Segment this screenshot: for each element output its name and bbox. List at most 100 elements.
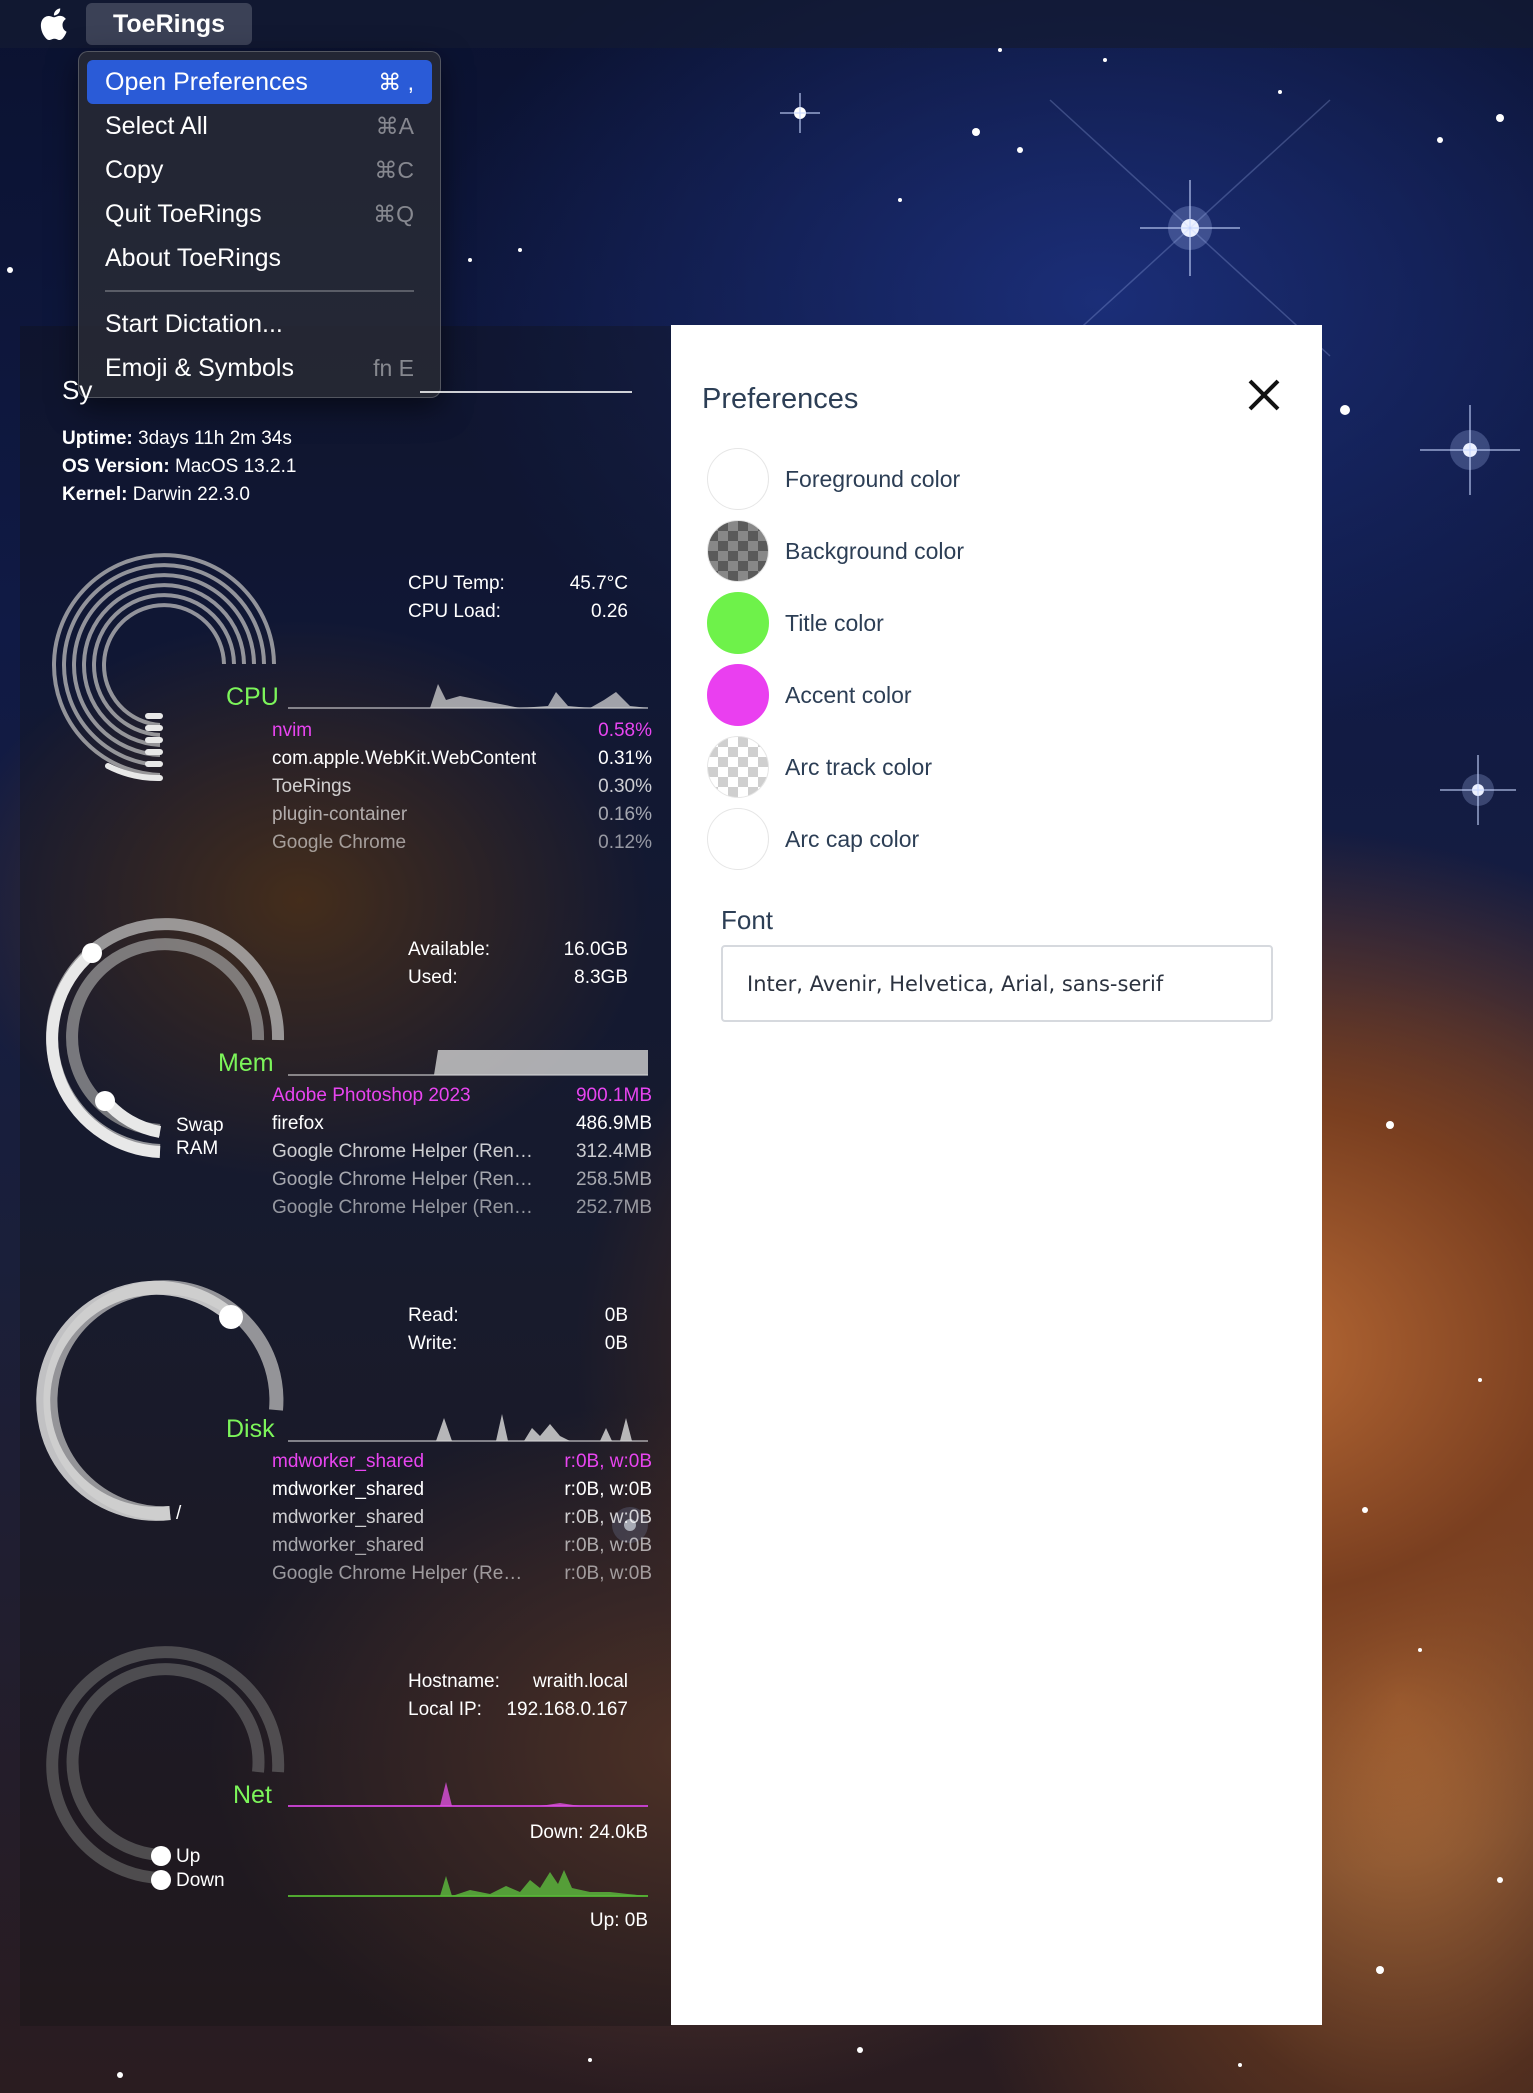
process-name: mdworker_shared [272, 1507, 425, 1528]
disk-read-label: Read: [408, 1305, 459, 1326]
font-field-label: Font [721, 905, 774, 935]
disk-section-title: Disk [226, 1415, 275, 1443]
disk-history-graph [288, 1414, 648, 1441]
color-option-label: Background color [785, 537, 964, 564]
mem-ram-label: RAM [176, 1138, 219, 1159]
process-name: plugin-container [272, 804, 408, 825]
mem-swap-label: Swap [176, 1115, 224, 1136]
process-value: 312.4MB [575, 1141, 652, 1162]
cpu-ring-gauge [52, 553, 276, 777]
net-ip-value: 192.168.0.167 [506, 1699, 628, 1720]
color-option-label: Arc cap color [785, 825, 920, 852]
accent-color-option[interactable]: Accent color [707, 664, 912, 726]
process-row: firefox 486.9MB [272, 1110, 652, 1138]
net-ring-gauge [46, 1646, 285, 1884]
net-ring-cap-down [151, 1870, 171, 1890]
arc-track-color-swatch[interactable] [707, 736, 769, 798]
preferences-panel: Preferences Foreground color Background … [671, 325, 1322, 2025]
process-row: Google Chrome Helper (Re… r:0B, w:0B [272, 1560, 652, 1588]
disk-read-value: 0B [604, 1305, 628, 1326]
mem-available-label: Available: [408, 939, 491, 960]
mem-used-label: Used: [408, 967, 458, 988]
net-legend-down: Down [176, 1870, 225, 1891]
process-value: r:0B, w:0B [564, 1507, 652, 1528]
cpu-ring-caps [105, 713, 163, 782]
process-value: r:0B, w:0B [564, 1451, 652, 1472]
background-color-option[interactable]: Background color [707, 520, 964, 582]
title-color-swatch[interactable] [707, 592, 769, 654]
process-name: mdworker_shared [272, 1535, 425, 1556]
process-value: 486.9MB [575, 1113, 652, 1134]
process-name: Google Chrome Helper (Ren… [272, 1169, 533, 1190]
process-value: 258.5MB [575, 1169, 652, 1190]
process-row: Google Chrome Helper (Ren… 252.7MB [272, 1194, 652, 1222]
mem-section-title: Mem [218, 1049, 274, 1077]
net-down-value: Down: 24.0kB [529, 1822, 648, 1843]
color-option-label: Accent color [785, 681, 912, 708]
net-hostname-label: Hostname: [408, 1671, 500, 1692]
process-value: 0.31% [598, 748, 652, 769]
net-ip-label: Local IP: [408, 1699, 482, 1720]
mem-history-graph [288, 1050, 648, 1075]
process-value: r:0B, w:0B [564, 1535, 652, 1556]
process-name: firefox [272, 1113, 324, 1134]
process-value: r:0B, w:0B [564, 1563, 652, 1584]
process-value: 0.16% [598, 804, 652, 825]
background-color-swatch[interactable] [707, 520, 769, 582]
process-value: r:0B, w:0B [564, 1479, 652, 1500]
title-color-option[interactable]: Title color [707, 592, 884, 654]
process-name: Google Chrome Helper (Re… [272, 1563, 523, 1584]
process-name: mdworker_shared [272, 1451, 425, 1472]
mem-available-value: 16.0GB [563, 939, 628, 960]
process-value: 0.58% [598, 720, 652, 741]
net-legend-up: Up [176, 1846, 201, 1867]
accent-color-swatch[interactable] [707, 664, 769, 726]
net-hostname-value: wraith.local [532, 1671, 628, 1692]
cpu-history-graph [288, 684, 648, 708]
mem-used-value: 8.3GB [574, 967, 628, 988]
process-value: 0.30% [598, 776, 652, 797]
process-name: com.apple.WebKit.WebContent [272, 748, 537, 769]
preferences-title: Preferences [702, 383, 859, 415]
process-row: com.apple.WebKit.WebContent 0.31% [272, 745, 652, 773]
process-name: nvim [272, 720, 313, 741]
color-option-label: Arc track color [785, 753, 932, 780]
cpu-section-title: CPU [226, 683, 279, 711]
process-name: mdworker_shared [272, 1479, 425, 1500]
process-value: 252.7MB [575, 1197, 652, 1218]
mem-ring-cap-swap [95, 1091, 115, 1111]
process-name: ToeRings [272, 776, 352, 797]
foreground-color-swatch[interactable] [707, 448, 769, 510]
foreground-color-option[interactable]: Foreground color [707, 448, 960, 510]
process-name: Adobe Photoshop 2023 [272, 1085, 471, 1106]
process-row: Google Chrome 0.12% [272, 829, 652, 857]
arc-cap-color-option[interactable]: Arc cap color [707, 808, 919, 870]
process-row: mdworker_shared r:0B, w:0B [272, 1476, 652, 1504]
cpu-load-label: CPU Load: [408, 601, 501, 622]
process-row: Google Chrome Helper (Ren… 312.4MB [272, 1138, 652, 1166]
mem-ring-cap-ram [82, 943, 102, 963]
disk-ring-cap [219, 1305, 243, 1329]
process-row: Google Chrome Helper (Ren… 258.5MB [272, 1166, 652, 1194]
cpu-temp-value: 45.7°C [569, 573, 628, 594]
process-name: Google Chrome [272, 832, 407, 853]
process-value: 0.12% [598, 832, 652, 853]
process-value: 900.1MB [575, 1085, 652, 1106]
font-input[interactable] [721, 945, 1273, 1022]
process-row: Adobe Photoshop 2023 900.1MB [272, 1082, 652, 1110]
process-row: plugin-container 0.16% [272, 801, 652, 829]
process-row: mdworker_shared r:0B, w:0B [272, 1504, 652, 1532]
disk-write-value: 0B [604, 1333, 628, 1354]
process-row: nvim 0.58% [272, 717, 652, 745]
disk-write-label: Write: [408, 1333, 458, 1354]
net-section-title: Net [233, 1781, 272, 1809]
net-down-graph [288, 1782, 648, 1806]
cpu-temp-label: CPU Temp: [408, 573, 505, 594]
arc-cap-color-swatch[interactable] [707, 808, 769, 870]
process-row: mdworker_shared r:0B, w:0B [272, 1448, 652, 1476]
process-row: mdworker_shared r:0B, w:0B [272, 1532, 652, 1560]
net-ring-cap-up [151, 1846, 171, 1866]
arc-track-color-option[interactable]: Arc track color [707, 736, 932, 798]
cpu-load-value: 0.26 [591, 601, 628, 622]
close-icon[interactable] [1246, 377, 1282, 413]
